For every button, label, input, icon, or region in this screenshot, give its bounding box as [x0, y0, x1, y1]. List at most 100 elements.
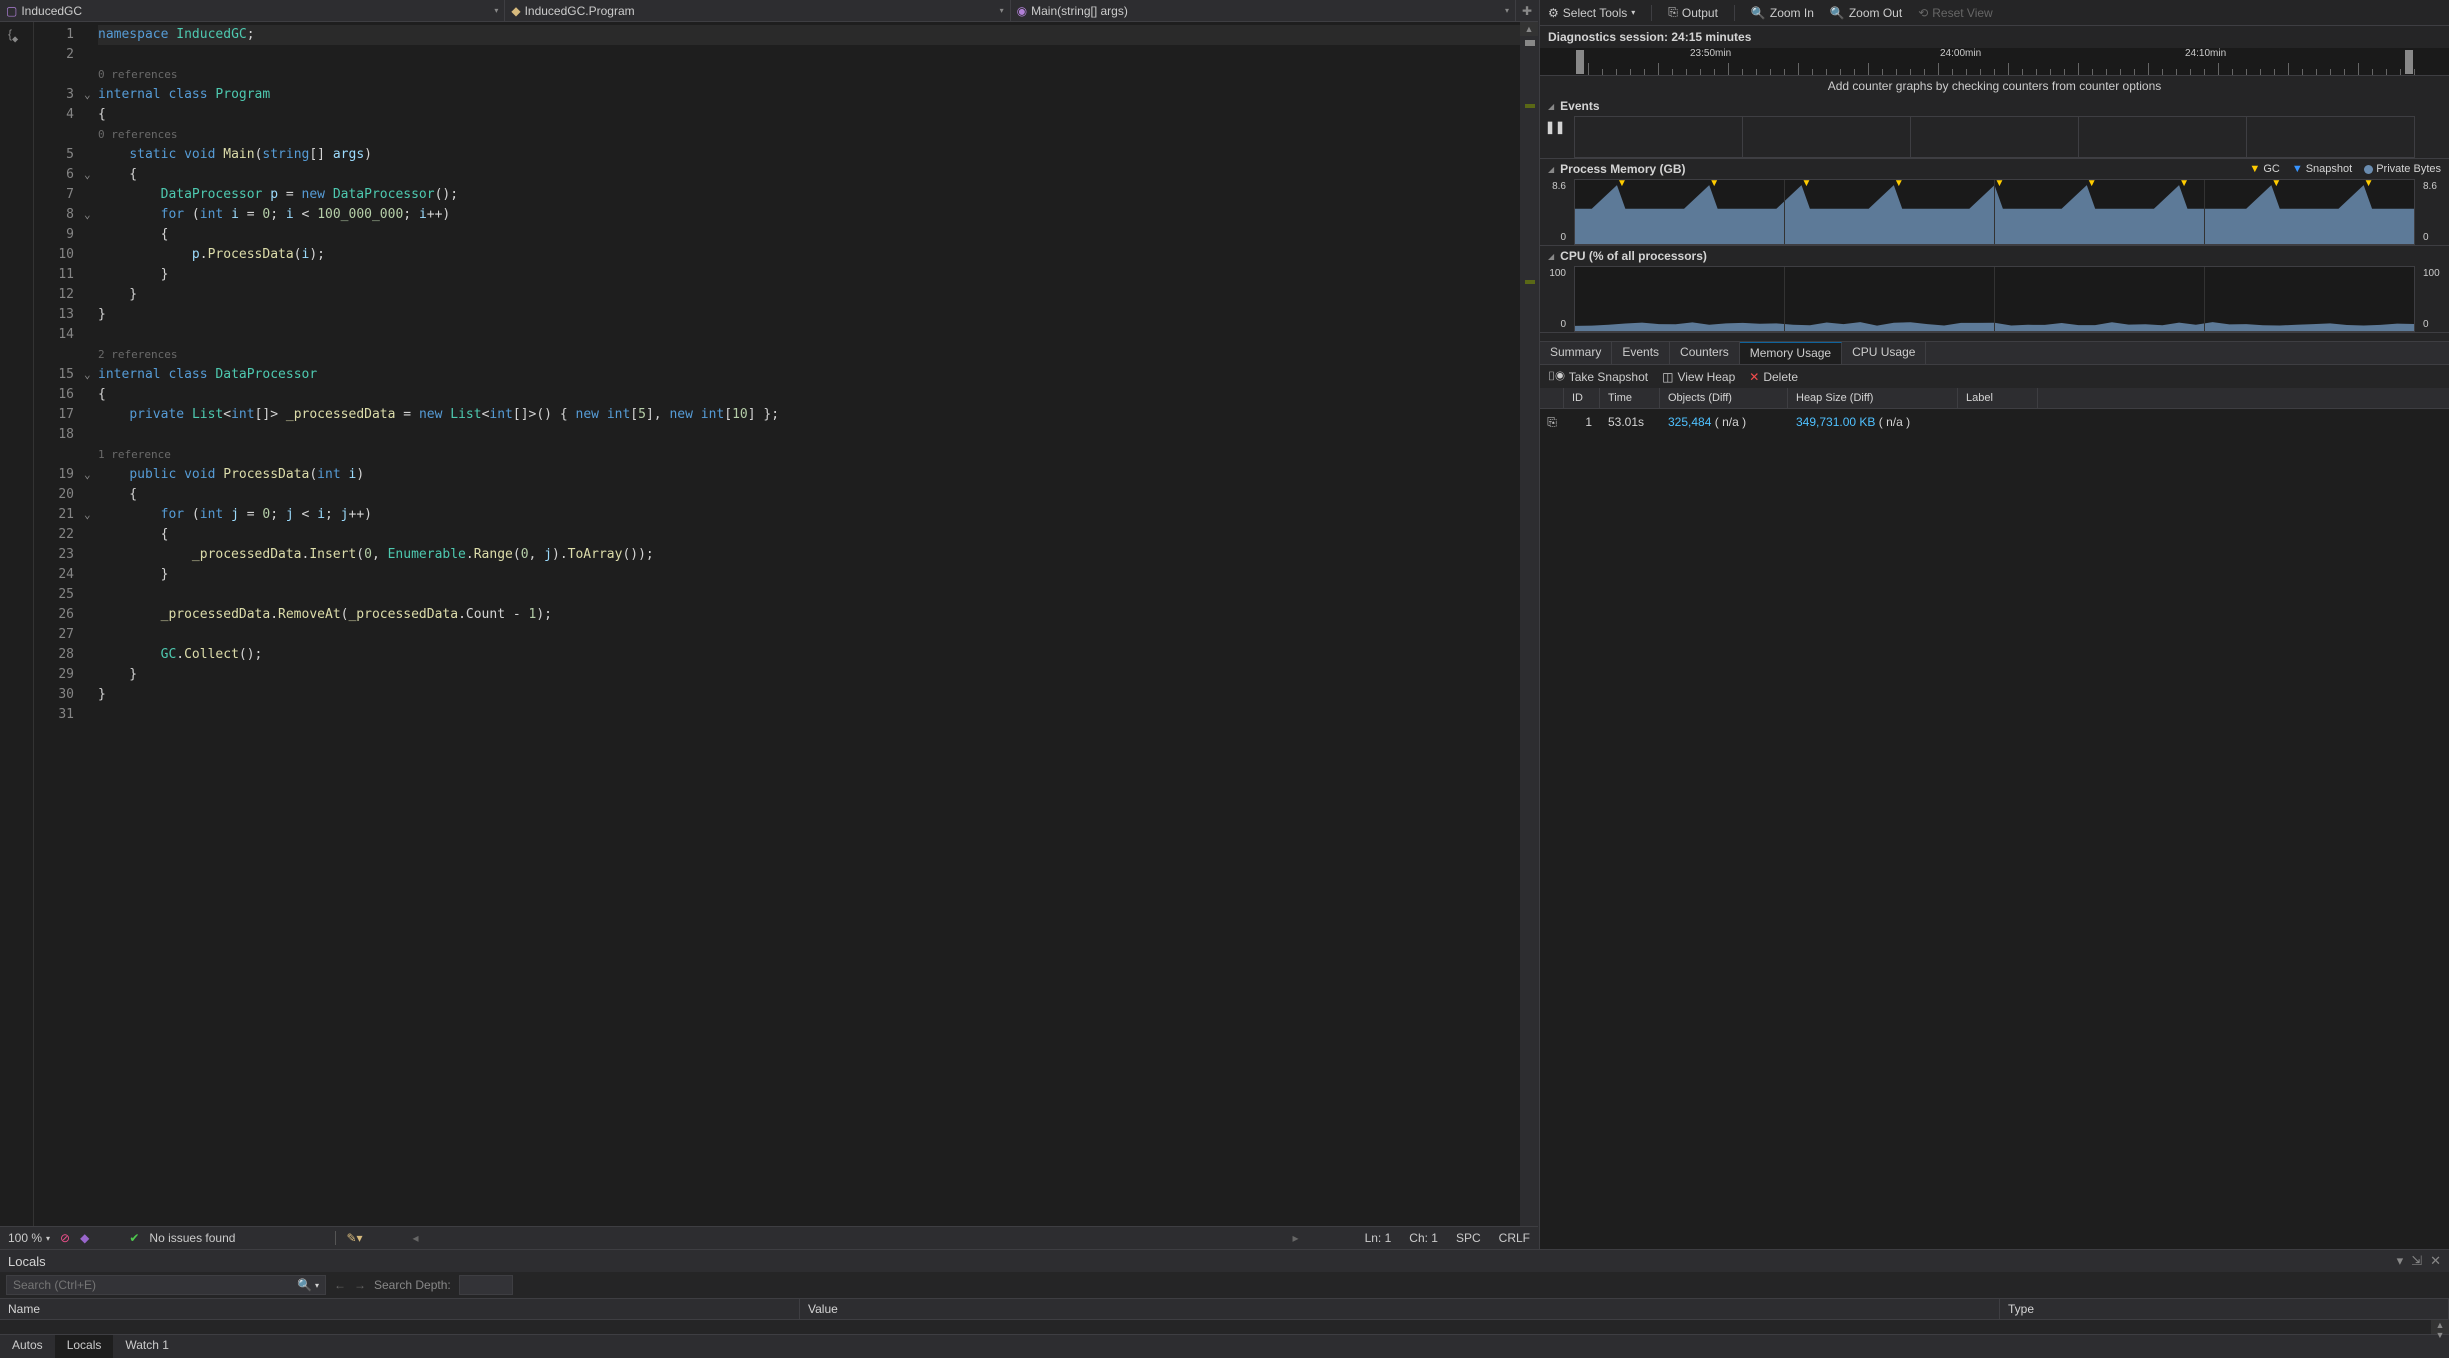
take-snapshot-button[interactable]: ⌷◉Take Snapshot [1548, 369, 1648, 384]
csharp-file-icon: ▢ [6, 4, 17, 18]
code-text[interactable]: namespace InducedGC;0 referencesinternal… [98, 22, 1520, 1226]
nav-class[interactable]: ◆ InducedGC.Program ▾ [505, 0, 1010, 21]
zoom-out-button[interactable]: 🔍 Zoom Out [1830, 6, 1902, 20]
zoom-in-icon: 🔍 [1751, 6, 1766, 20]
tab-events[interactable]: Events [1612, 342, 1670, 364]
nav-left-icon[interactable]: ◂ [413, 1231, 419, 1245]
table-row[interactable]: ⎘ 1 53.01s 325,484 ( n/a ) 349,731.00 KB… [1540, 409, 2449, 435]
editor-margin: {◆ [0, 22, 34, 1226]
legend-snapshot: ▼Snapshot [2292, 163, 2352, 175]
delete-button[interactable]: ✕Delete [1749, 369, 1798, 384]
memory-graph-section: ◢ Process Memory (GB) ▼GC ▼Snapshot Priv… [1540, 159, 2449, 246]
split-view-button[interactable]: ✚ [1516, 4, 1538, 18]
nav-method-label: Main(string[] args) [1031, 4, 1128, 18]
col-value[interactable]: Value [800, 1299, 2000, 1319]
col-id[interactable]: ID [1564, 388, 1600, 408]
line-pos[interactable]: Ln: 1 [1365, 1231, 1392, 1245]
session-label: Diagnostics session: 24:15 minutes [1540, 26, 2449, 48]
col-objects[interactable]: Objects (Diff) [1660, 388, 1788, 408]
view-heap-button[interactable]: ◫View Heap [1662, 369, 1735, 384]
counter-hint: Add counter graphs by checking counters … [1540, 76, 2449, 96]
method-icon: ◉ [1017, 4, 1027, 18]
memory-chart[interactable]: ▼▼▼▼▼▼▼▼▼ [1574, 179, 2415, 245]
zoom-out-icon: 🔍 [1830, 6, 1845, 20]
nav-right-icon[interactable]: ▸ [1293, 1231, 1299, 1245]
issues-text: No issues found [149, 1231, 235, 1245]
search-input[interactable] [13, 1278, 297, 1292]
tab-counters[interactable]: Counters [1670, 342, 1740, 364]
code-editor-panel: ▢ InducedGC ▾ ◆ InducedGC.Program ▾ ◉ Ma… [0, 0, 1539, 1249]
nav-method[interactable]: ◉ Main(string[] args) ▾ [1011, 0, 1516, 21]
memory-title: Process Memory (GB) [1560, 162, 1685, 176]
reset-view-button: ⟲ Reset View [1918, 6, 1993, 20]
tab-locals[interactable]: Locals [55, 1335, 114, 1358]
tab-memory-usage[interactable]: Memory Usage [1740, 342, 1842, 364]
close-icon: ✕ [1749, 370, 1759, 384]
nav-back-icon: ← [334, 1278, 346, 1292]
check-icon: ✔ [129, 1231, 139, 1245]
tab-watch[interactable]: Watch 1 [113, 1335, 181, 1358]
diagnostics-tabs: Summary Events Counters Memory Usage CPU… [1540, 341, 2449, 365]
reset-icon: ⟲ [1918, 6, 1928, 20]
col-type[interactable]: Type [2000, 1299, 2449, 1319]
pin-icon[interactable]: ⇲ [2411, 1253, 2422, 1269]
bracket-icon: {◆ [0, 22, 33, 43]
nav-namespace-label: InducedGC [21, 4, 82, 18]
col-heap[interactable]: Heap Size (Diff) [1788, 388, 1958, 408]
zoom-in-button[interactable]: 🔍 Zoom In [1751, 6, 1814, 20]
search-icon[interactable]: 🔍 [297, 1278, 312, 1292]
heap-icon: ◫ [1662, 370, 1673, 384]
indent-mode[interactable]: SPC [1456, 1231, 1481, 1245]
chevron-down-icon[interactable]: ▾ [1000, 6, 1004, 15]
vertical-scrollbar[interactable]: ▲ [1520, 22, 1538, 1226]
collapse-icon[interactable]: ◢ [1548, 102, 1554, 111]
gear-icon: ⚙ [1548, 6, 1559, 20]
diagnostics-panel: ⚙ Select Tools ▾ ⎘ Output 🔍 Zoom In 🔍 Zo… [1539, 0, 2449, 1249]
char-pos[interactable]: Ch: 1 [1409, 1231, 1438, 1245]
line-number-gutter: 1234567891011121314151617181920212223242… [34, 22, 84, 1226]
nav-namespace[interactable]: ▢ InducedGC ▾ [0, 0, 505, 21]
search-depth-dropdown[interactable] [459, 1275, 513, 1295]
editor-status-bar: 100 % ▾ ⊘ ◆ ✔ No issues found ✎▾ ◂ ▸ Ln:… [0, 1226, 1538, 1249]
events-grid[interactable] [1574, 116, 2415, 158]
select-tools-button[interactable]: ⚙ Select Tools ▾ [1548, 6, 1635, 20]
collapse-icon[interactable]: ◢ [1548, 252, 1554, 261]
dropdown-icon[interactable]: ▾ [2397, 1253, 2404, 1269]
col-time[interactable]: Time [1600, 388, 1660, 408]
diagnostics-toolbar: ⚙ Select Tools ▾ ⎘ Output 🔍 Zoom In 🔍 Zo… [1540, 0, 2449, 26]
col-label[interactable]: Label [1958, 388, 2038, 408]
screwdriver-icon[interactable]: ✎▾ [346, 1231, 362, 1245]
timeline-handle-left[interactable] [1576, 50, 1584, 74]
tab-cpu-usage[interactable]: CPU Usage [1842, 342, 1926, 364]
tab-autos[interactable]: Autos [0, 1335, 55, 1358]
search-box[interactable]: 🔍 ▾ [6, 1275, 326, 1295]
row-icon: ⎘ [1540, 415, 1564, 430]
chevron-down-icon[interactable]: ▾ [1505, 6, 1509, 15]
fold-gutter: ⌄⌄⌄⌄⌄⌄ [84, 22, 98, 1226]
tab-summary[interactable]: Summary [1540, 342, 1612, 364]
locals-panel: Locals ▾ ⇲ ✕ 🔍 ▾ ← → Search Depth: Name … [0, 1249, 2449, 1358]
collapse-icon[interactable]: ◢ [1548, 165, 1554, 174]
class-icon: ◆ [511, 4, 520, 18]
timeline-handle-right[interactable] [2405, 50, 2413, 74]
search-depth-label: Search Depth: [374, 1278, 451, 1292]
nav-class-label: InducedGC.Program [525, 4, 635, 18]
chevron-down-icon[interactable]: ▾ [494, 6, 498, 15]
error-icon[interactable]: ⊘ [60, 1231, 70, 1245]
pause-button[interactable]: ❚❚ [1540, 116, 1570, 158]
nav-forward-icon: → [354, 1278, 366, 1292]
memory-actions: ⌷◉Take Snapshot ◫View Heap ✕Delete [1540, 365, 2449, 388]
close-icon[interactable]: ✕ [2430, 1253, 2441, 1269]
export-icon: ⎘ [1668, 5, 1678, 20]
col-name[interactable]: Name [0, 1299, 800, 1319]
line-ending[interactable]: CRLF [1499, 1231, 1530, 1245]
alert-icon[interactable]: ◆ [80, 1231, 89, 1245]
events-title: Events [1560, 99, 1599, 113]
zoom-level[interactable]: 100 % ▾ [8, 1231, 50, 1245]
cpu-chart[interactable] [1574, 266, 2415, 332]
output-button[interactable]: ⎘ Output [1668, 5, 1718, 20]
camera-icon: ⌷◉ [1548, 369, 1565, 384]
breadcrumb-bar: ▢ InducedGC ▾ ◆ InducedGC.Program ▾ ◉ Ma… [0, 0, 1538, 22]
snapshot-table: ID Time Objects (Diff) Heap Size (Diff) … [1540, 388, 2449, 1249]
timeline-ruler[interactable]: 23:50min 24:00min 24:10min [1540, 48, 2449, 76]
